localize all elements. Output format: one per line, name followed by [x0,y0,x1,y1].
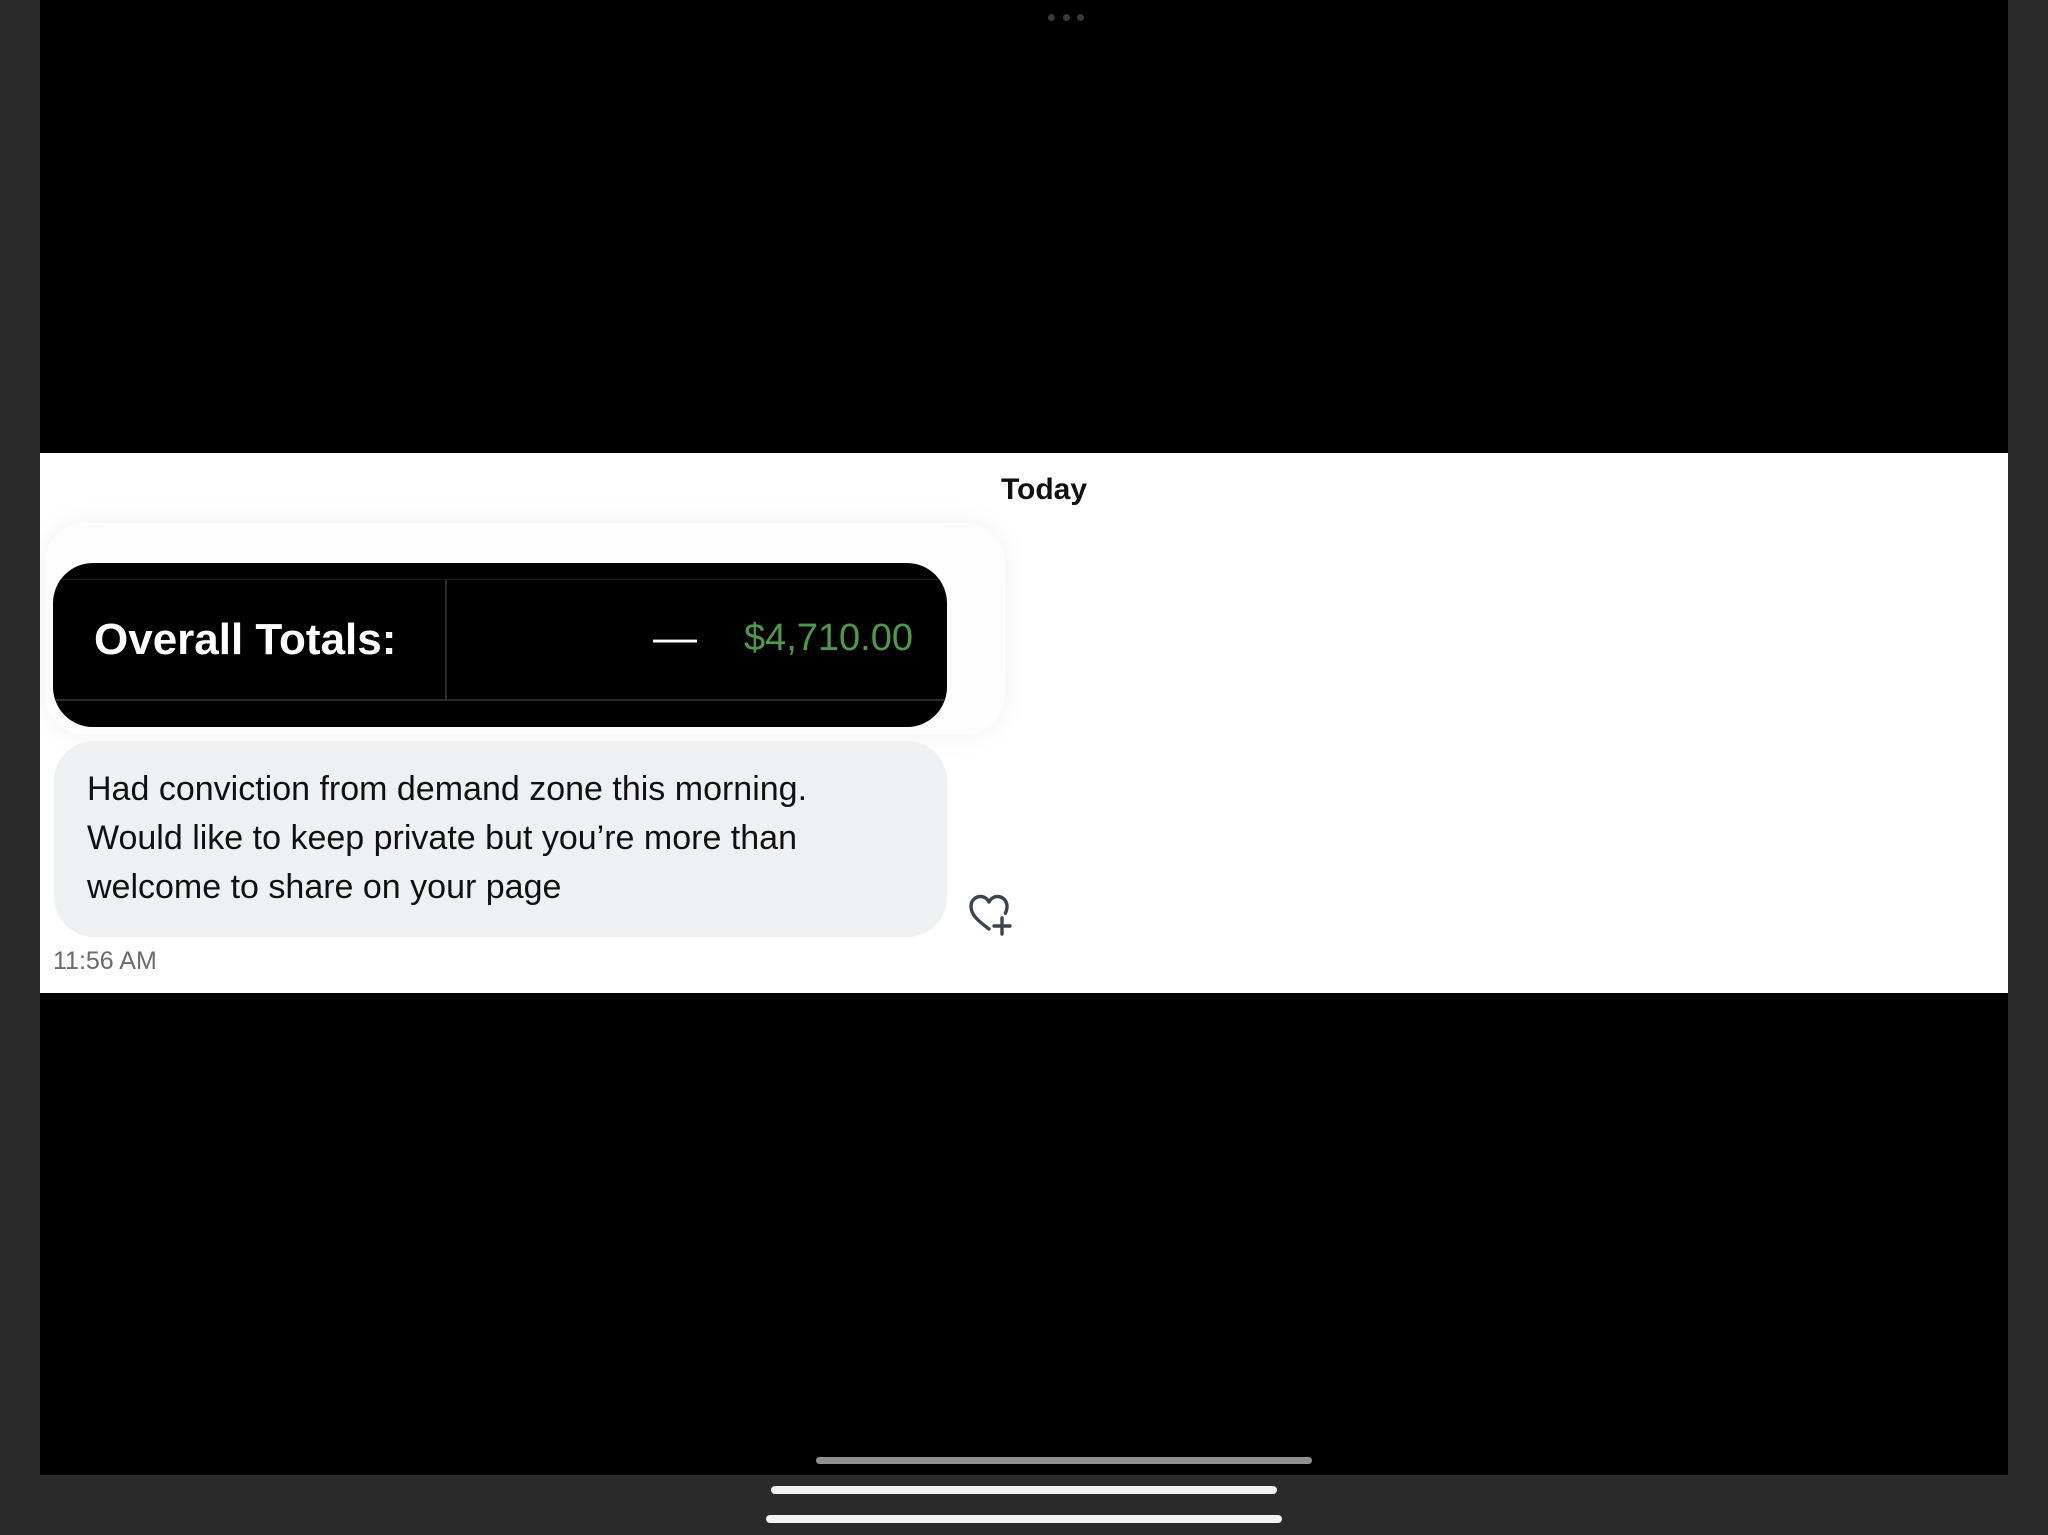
date-header: Today [40,473,2008,507]
message-timestamp: 11:56 AM [53,947,157,975]
totals-amount: $4,710.00 [743,617,913,659]
multitasking-dots-icon[interactable] [1048,14,1084,22]
home-indicator[interactable] [771,1486,1277,1494]
message-text: Had conviction from demand zone this mor… [87,770,808,906]
heart-plus-icon[interactable] [965,890,1013,938]
divider [445,579,447,699]
message-bubble[interactable]: Had conviction from demand zone this mor… [54,741,947,937]
totals-label: Overall Totals: [94,615,397,664]
divider [53,699,947,701]
chat-panel: Today Overall Totals: — $4,710.00 Had co… [40,453,2008,993]
totals-dash: — [653,613,697,662]
date-header-text: Today [1000,473,1088,506]
screen: Today Overall Totals: — $4,710.00 Had co… [40,0,2008,1475]
divider [53,579,947,580]
home-indicator[interactable] [816,1457,1312,1464]
totals-image-attachment[interactable]: Overall Totals: — $4,710.00 [53,563,947,727]
home-indicator[interactable] [766,1515,1282,1523]
device-frame: Today Overall Totals: — $4,710.00 Had co… [0,0,2048,1535]
